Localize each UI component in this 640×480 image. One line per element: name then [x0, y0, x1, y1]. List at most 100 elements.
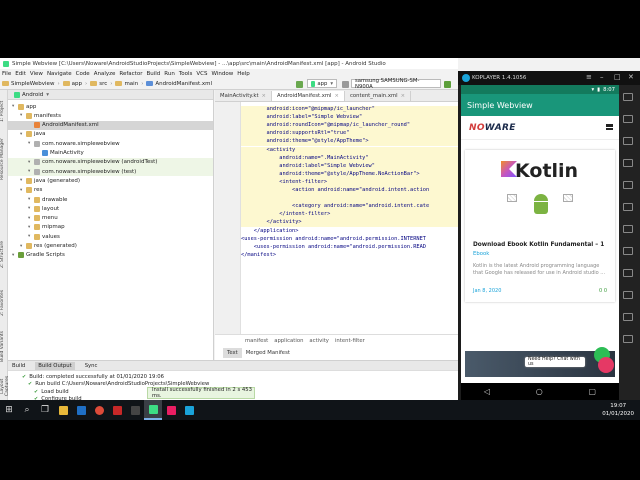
- chevron-down-icon[interactable]: ▾: [28, 141, 32, 146]
- tree-item[interactable]: ▾ menu: [8, 214, 213, 223]
- tree-item[interactable]: ▾ res (generated): [8, 242, 213, 251]
- tab-build-output[interactable]: Build Output: [35, 361, 75, 370]
- device-select[interactable]: samsung SAMSUNG-SM-N900A: [351, 78, 441, 90]
- chevron-down-icon[interactable]: ▾: [20, 188, 24, 193]
- xml-crumb[interactable]: application: [274, 338, 303, 344]
- tree-item[interactable]: ▾ com.noware.simplewebview (androidTest): [8, 157, 213, 167]
- chat-prompt[interactable]: Need Help? Chat with us: [525, 357, 585, 367]
- xml-crumb[interactable]: activity: [309, 338, 329, 344]
- chevron-down-icon[interactable]: ▾: [20, 113, 24, 118]
- menu-tools[interactable]: Tools: [179, 71, 193, 77]
- menu-icon[interactable]: ≡: [586, 73, 592, 81]
- editor-tab[interactable]: MainActivity.kt ×: [215, 91, 272, 101]
- chevron-down-icon[interactable]: ▾: [28, 234, 32, 239]
- xml-crumb[interactable]: manifest: [245, 338, 268, 344]
- tab-build[interactable]: Build: [12, 363, 25, 369]
- tab-merged-manifest[interactable]: Merged Manifest: [242, 348, 294, 358]
- tree-item[interactable]: AndroidManifest.xml: [8, 120, 213, 130]
- apk-icon[interactable]: [623, 159, 633, 167]
- taskbar-store[interactable]: [72, 400, 90, 420]
- build-line[interactable]: ✔ Build: completed successfully at 01/01/…: [22, 373, 164, 380]
- location-icon[interactable]: [623, 247, 633, 255]
- tab-project[interactable]: 1: Project: [0, 96, 8, 126]
- close-icon[interactable]: ✕: [628, 73, 634, 81]
- tree-item[interactable]: ▾ java (generated): [8, 176, 213, 185]
- menu-analyze[interactable]: Analyze: [94, 71, 116, 77]
- article-category[interactable]: Ebook: [473, 251, 489, 257]
- tab-sync[interactable]: Sync: [85, 363, 98, 369]
- code-area[interactable]: android:icon="@mipmap/ic_launcher" andro…: [241, 102, 458, 334]
- tab-text[interactable]: Text: [223, 348, 242, 358]
- breadcrumb-main[interactable]: main ›: [115, 81, 143, 87]
- recents-icon[interactable]: ▢: [589, 387, 597, 396]
- hammer-icon[interactable]: [296, 81, 303, 88]
- run-icon[interactable]: [444, 81, 451, 88]
- tab-resource-manager[interactable]: Resource Manager: [0, 134, 8, 184]
- project-view-select[interactable]: Android ▾: [8, 90, 213, 100]
- tree-item[interactable]: ▾ layout: [8, 204, 213, 213]
- menu-vcs[interactable]: VCS: [196, 71, 207, 77]
- tab-structure[interactable]: Z: Structure: [0, 238, 8, 272]
- tab-layout-captures[interactable]: Layout Captures: [0, 372, 10, 400]
- taskbar-android-studio[interactable]: [144, 400, 162, 420]
- chevron-down-icon[interactable]: ▾: [28, 216, 32, 221]
- mail-icon[interactable]: [598, 357, 614, 373]
- tree-item[interactable]: ▾ Gradle Scripts: [8, 251, 213, 260]
- screenshot-icon[interactable]: [623, 115, 633, 123]
- tree-item[interactable]: ▾ drawable: [8, 195, 213, 204]
- task-view-button[interactable]: ❐: [36, 400, 54, 420]
- hamburger-icon[interactable]: [606, 124, 613, 130]
- tree-item[interactable]: MainActivity: [8, 149, 213, 158]
- keyboard-icon[interactable]: [623, 93, 633, 101]
- breadcrumb-project[interactable]: SimpleWebview ›: [2, 81, 60, 87]
- chevron-down-icon[interactable]: ▾: [28, 160, 32, 165]
- record-icon[interactable]: [623, 137, 633, 145]
- menu-edit[interactable]: Edit: [15, 71, 26, 77]
- article-card[interactable]: Kotlin Download Ebook Kotlin Fundamental…: [465, 150, 615, 302]
- tree-item[interactable]: ▾ mipmap: [8, 223, 213, 232]
- volume-up-icon[interactable]: [623, 269, 633, 277]
- chevron-down-icon[interactable]: ▾: [28, 206, 32, 211]
- chevron-down-icon[interactable]: ▾: [20, 178, 24, 183]
- menu-build[interactable]: Build: [146, 71, 160, 77]
- build-line[interactable]: ✔ Load build: [34, 388, 69, 395]
- xml-crumb[interactable]: intent-filter: [335, 338, 365, 344]
- menu-refactor[interactable]: Refactor: [119, 71, 142, 77]
- tree-item[interactable]: ▾ com.noware.simplewebview: [8, 139, 213, 148]
- menu-view[interactable]: View: [30, 71, 43, 77]
- install-toast[interactable]: Install successfully finished in 2 s 453…: [147, 387, 255, 399]
- tree-item[interactable]: ▾ manifests: [8, 111, 213, 120]
- volume-down-icon[interactable]: [623, 291, 633, 299]
- menu-file[interactable]: File: [2, 71, 11, 77]
- folder-share-icon[interactable]: [623, 181, 633, 189]
- chevron-down-icon[interactable]: ▾: [20, 244, 24, 249]
- settings-icon[interactable]: [623, 313, 633, 321]
- tree-item[interactable]: ▾ res: [8, 186, 213, 195]
- editor-tab[interactable]: AndroidManifest.xml ×: [271, 91, 345, 101]
- tree-item[interactable]: ▾ app: [8, 102, 213, 111]
- tree-item[interactable]: ▾ java: [8, 130, 213, 139]
- taskbar-koplayer[interactable]: [180, 400, 198, 420]
- chevron-down-icon[interactable]: ▾: [28, 225, 32, 230]
- close-icon[interactable]: ×: [401, 93, 405, 99]
- tree-item[interactable]: ▾ values: [8, 232, 213, 241]
- chevron-down-icon[interactable]: ▾: [28, 169, 32, 174]
- taskbar-app-red[interactable]: [108, 400, 126, 420]
- close-icon[interactable]: ×: [262, 93, 266, 99]
- chevron-down-icon[interactable]: ▾: [28, 197, 32, 202]
- editor-tab[interactable]: content_main.xml ×: [345, 91, 412, 101]
- tree-item[interactable]: ▾ com.noware.simplewebview (test): [8, 167, 213, 177]
- menu-navigate[interactable]: Navigate: [47, 71, 72, 77]
- menu-help[interactable]: Help: [237, 71, 250, 77]
- chevron-down-icon[interactable]: ▾: [12, 104, 16, 109]
- breadcrumb-file[interactable]: AndroidManifest.xml: [146, 81, 212, 87]
- menu-code[interactable]: Code: [76, 71, 90, 77]
- menu-window[interactable]: Window: [212, 71, 234, 77]
- more-icon[interactable]: [623, 335, 633, 343]
- shake-icon[interactable]: [623, 225, 633, 233]
- breadcrumb-src[interactable]: src ›: [90, 81, 112, 87]
- taskbar-app-dark[interactable]: [126, 400, 144, 420]
- taskbar-explorer[interactable]: [54, 400, 72, 420]
- chevron-down-icon[interactable]: ▾: [12, 253, 16, 258]
- back-icon[interactable]: ◁: [484, 387, 490, 396]
